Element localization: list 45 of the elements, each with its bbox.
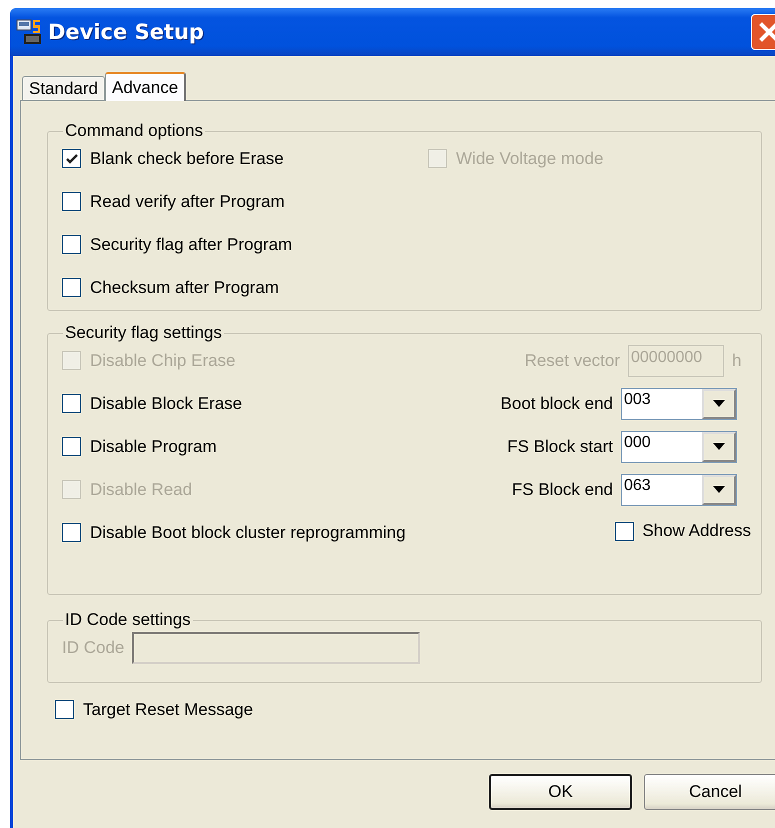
checkbox-label: Disable Read xyxy=(90,480,192,500)
checkbox[interactable] xyxy=(62,192,81,211)
checkbox-label: Disable Program xyxy=(90,436,217,456)
dropdown[interactable]: 003 xyxy=(621,388,737,420)
checkbox-label: Blank check before Erase xyxy=(90,148,284,168)
chip-icon xyxy=(16,18,42,46)
caret-icon xyxy=(712,486,726,494)
dialog-button[interactable]: Cancel xyxy=(644,774,775,810)
unit-label: h xyxy=(732,350,742,370)
close-button[interactable] xyxy=(751,14,775,50)
caret-icon xyxy=(712,400,726,408)
checkbox-label: Target Reset Message xyxy=(83,700,254,720)
group-title: ID Code settings xyxy=(64,610,192,630)
checkbox[interactable] xyxy=(62,437,81,456)
field-label: ID Code xyxy=(62,638,124,658)
dropdown[interactable]: 063 xyxy=(621,474,737,506)
checkbox-label: Disable Boot block cluster reprogramming xyxy=(90,522,406,542)
window-title: Device Setup xyxy=(48,20,205,44)
checkbox[interactable] xyxy=(62,235,81,254)
field-label: Boot block end xyxy=(500,394,613,414)
checkbox-label: Wide Voltage mode xyxy=(456,148,604,168)
checkbox[interactable] xyxy=(615,522,634,540)
checkbox-label: Show Address xyxy=(642,521,751,541)
tab[interactable]: Advance xyxy=(105,72,186,101)
checkbox-label: Disable Chip Erase xyxy=(90,350,236,370)
checkbox-label: Read verify after Program xyxy=(90,192,285,212)
field-label: Reset vector xyxy=(524,350,620,370)
tab[interactable]: Standard xyxy=(22,76,105,100)
field-label: FS Block end xyxy=(512,480,613,500)
group-title: Command options xyxy=(64,121,204,141)
checkbox[interactable] xyxy=(62,523,81,542)
checkbox[interactable] xyxy=(62,149,81,168)
check-icon xyxy=(64,152,78,166)
checkbox[interactable] xyxy=(62,278,81,297)
checkbox[interactable] xyxy=(55,700,74,719)
caret-icon xyxy=(712,442,726,450)
close-icon xyxy=(758,21,775,43)
checkbox[interactable] xyxy=(62,394,81,413)
checkbox-label: Disable Block Erase xyxy=(90,394,242,414)
group-title: Security flag settings xyxy=(64,323,223,343)
checkbox-label: Checksum after Program xyxy=(90,278,279,298)
dropdown[interactable]: 000 xyxy=(621,430,737,462)
checkbox-label: Security flag after Program xyxy=(90,234,292,254)
field-label: FS Block start xyxy=(507,436,613,456)
dialog-button[interactable]: OK xyxy=(489,774,632,810)
